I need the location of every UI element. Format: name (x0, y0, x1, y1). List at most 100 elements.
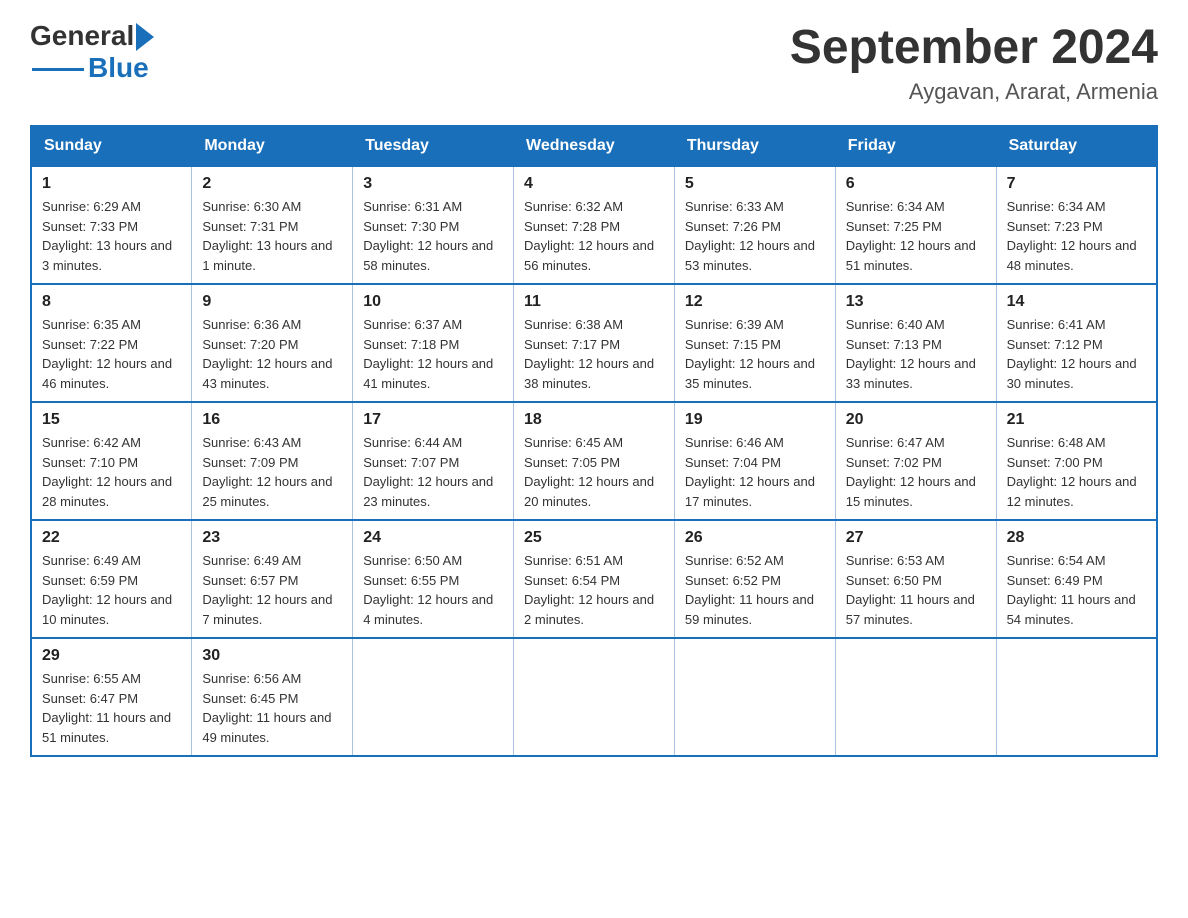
day-info: Sunrise: 6:30 AMSunset: 7:31 PMDaylight:… (202, 197, 342, 275)
logo-general-text: General (30, 20, 134, 52)
calendar-cell: 19 Sunrise: 6:46 AMSunset: 7:04 PMDayligh… (674, 402, 835, 520)
day-info: Sunrise: 6:38 AMSunset: 7:17 PMDaylight:… (524, 315, 664, 393)
calendar-cell (353, 638, 514, 756)
month-year-title: September 2024 (790, 20, 1158, 75)
calendar-cell: 30 Sunrise: 6:56 AMSunset: 6:45 PMDayligh… (192, 638, 353, 756)
day-number: 26 (685, 529, 825, 547)
day-info: Sunrise: 6:46 AMSunset: 7:04 PMDaylight:… (685, 433, 825, 511)
day-info: Sunrise: 6:39 AMSunset: 7:15 PMDaylight:… (685, 315, 825, 393)
calendar-week-row: 15 Sunrise: 6:42 AMSunset: 7:10 PMDayligh… (31, 402, 1157, 520)
day-number: 13 (846, 293, 986, 311)
calendar-cell: 14Sunrise: 6:41 AMSunset: 7:12 PMDayligh… (996, 284, 1157, 402)
day-number: 9 (202, 293, 342, 311)
title-area: September 2024 Aygavan, Ararat, Armenia (790, 20, 1158, 105)
calendar-cell: 24 Sunrise: 6:50 AMSunset: 6:55 PMDayligh… (353, 520, 514, 638)
calendar-cell: 29Sunrise: 6:55 AMSunset: 6:47 PMDayligh… (31, 638, 192, 756)
calendar-cell: 9 Sunrise: 6:36 AMSunset: 7:20 PMDaylight… (192, 284, 353, 402)
day-number: 28 (1007, 529, 1146, 547)
day-number: 10 (363, 293, 503, 311)
day-number: 17 (363, 411, 503, 429)
calendar-cell: 13 Sunrise: 6:40 AMSunset: 7:13 PMDayligh… (835, 284, 996, 402)
day-number: 3 (363, 175, 503, 193)
calendar-cell: 17 Sunrise: 6:44 AMSunset: 7:07 PMDayligh… (353, 402, 514, 520)
calendar-cell: 20 Sunrise: 6:47 AMSunset: 7:02 PMDayligh… (835, 402, 996, 520)
calendar-cell (674, 638, 835, 756)
calendar-cell: 26 Sunrise: 6:52 AMSunset: 6:52 PMDayligh… (674, 520, 835, 638)
calendar-week-row: 22Sunrise: 6:49 AMSunset: 6:59 PMDayligh… (31, 520, 1157, 638)
calendar-cell: 27 Sunrise: 6:53 AMSunset: 6:50 PMDayligh… (835, 520, 996, 638)
day-info: Sunrise: 6:35 AMSunset: 7:22 PMDaylight:… (42, 315, 181, 393)
weekday-header-thursday: Thursday (674, 126, 835, 166)
day-info: Sunrise: 6:56 AMSunset: 6:45 PMDaylight:… (202, 669, 342, 747)
calendar-cell: 28 Sunrise: 6:54 AMSunset: 6:49 PMDayligh… (996, 520, 1157, 638)
day-info: Sunrise: 6:44 AMSunset: 7:07 PMDaylight:… (363, 433, 503, 511)
calendar-cell: 11 Sunrise: 6:38 AMSunset: 7:17 PMDayligh… (514, 284, 675, 402)
calendar-cell: 2 Sunrise: 6:30 AMSunset: 7:31 PMDaylight… (192, 166, 353, 284)
day-number: 2 (202, 175, 342, 193)
day-number: 7 (1007, 175, 1146, 193)
day-number: 1 (42, 175, 181, 193)
day-number: 19 (685, 411, 825, 429)
day-number: 21 (1007, 411, 1146, 429)
day-number: 6 (846, 175, 986, 193)
day-info: Sunrise: 6:34 AMSunset: 7:23 PMDaylight:… (1007, 197, 1146, 275)
day-info: Sunrise: 6:51 AMSunset: 6:54 PMDaylight:… (524, 551, 664, 629)
day-number: 5 (685, 175, 825, 193)
day-info: Sunrise: 6:36 AMSunset: 7:20 PMDaylight:… (202, 315, 342, 393)
calendar-cell: 8 Sunrise: 6:35 AMSunset: 7:22 PMDaylight… (31, 284, 192, 402)
weekday-header-saturday: Saturday (996, 126, 1157, 166)
calendar-cell: 22Sunrise: 6:49 AMSunset: 6:59 PMDayligh… (31, 520, 192, 638)
calendar-cell (514, 638, 675, 756)
calendar-cell: 15 Sunrise: 6:42 AMSunset: 7:10 PMDayligh… (31, 402, 192, 520)
day-info: Sunrise: 6:29 AMSunset: 7:33 PMDaylight:… (42, 197, 181, 275)
day-info: Sunrise: 6:47 AMSunset: 7:02 PMDaylight:… (846, 433, 986, 511)
day-info: Sunrise: 6:50 AMSunset: 6:55 PMDaylight:… (363, 551, 503, 629)
weekday-header-row: SundayMondayTuesdayWednesdayThursdayFrid… (31, 126, 1157, 166)
calendar-cell: 6Sunrise: 6:34 AMSunset: 7:25 PMDaylight… (835, 166, 996, 284)
weekday-header-tuesday: Tuesday (353, 126, 514, 166)
logo: General Blue (30, 20, 154, 84)
weekday-header-sunday: Sunday (31, 126, 192, 166)
day-number: 27 (846, 529, 986, 547)
weekday-header-monday: Monday (192, 126, 353, 166)
calendar-table: SundayMondayTuesdayWednesdayThursdayFrid… (30, 125, 1158, 757)
day-info: Sunrise: 6:55 AMSunset: 6:47 PMDaylight:… (42, 669, 181, 747)
calendar-week-row: 1 Sunrise: 6:29 AMSunset: 7:33 PMDaylight… (31, 166, 1157, 284)
day-number: 20 (846, 411, 986, 429)
day-number: 15 (42, 411, 181, 429)
calendar-week-row: 29Sunrise: 6:55 AMSunset: 6:47 PMDayligh… (31, 638, 1157, 756)
day-number: 24 (363, 529, 503, 547)
day-number: 18 (524, 411, 664, 429)
day-number: 8 (42, 293, 181, 311)
day-number: 16 (202, 411, 342, 429)
calendar-cell (835, 638, 996, 756)
day-info: Sunrise: 6:42 AMSunset: 7:10 PMDaylight:… (42, 433, 181, 511)
logo-triangle-icon (136, 23, 154, 51)
calendar-cell: 23Sunrise: 6:49 AMSunset: 6:57 PMDayligh… (192, 520, 353, 638)
calendar-cell: 25Sunrise: 6:51 AMSunset: 6:54 PMDayligh… (514, 520, 675, 638)
weekday-header-wednesday: Wednesday (514, 126, 675, 166)
day-number: 14 (1007, 293, 1146, 311)
day-info: Sunrise: 6:54 AMSunset: 6:49 PMDaylight:… (1007, 551, 1146, 629)
calendar-cell: 12Sunrise: 6:39 AMSunset: 7:15 PMDayligh… (674, 284, 835, 402)
day-info: Sunrise: 6:40 AMSunset: 7:13 PMDaylight:… (846, 315, 986, 393)
calendar-cell: 5Sunrise: 6:33 AMSunset: 7:26 PMDaylight… (674, 166, 835, 284)
logo-line-decoration (32, 68, 84, 71)
day-number: 11 (524, 293, 664, 311)
calendar-cell: 16Sunrise: 6:43 AMSunset: 7:09 PMDayligh… (192, 402, 353, 520)
day-info: Sunrise: 6:52 AMSunset: 6:52 PMDaylight:… (685, 551, 825, 629)
logo-blue-text: Blue (88, 52, 149, 84)
day-number: 30 (202, 647, 342, 665)
day-info: Sunrise: 6:53 AMSunset: 6:50 PMDaylight:… (846, 551, 986, 629)
calendar-cell: 10Sunrise: 6:37 AMSunset: 7:18 PMDayligh… (353, 284, 514, 402)
calendar-cell: 7 Sunrise: 6:34 AMSunset: 7:23 PMDaylight… (996, 166, 1157, 284)
day-number: 23 (202, 529, 342, 547)
day-info: Sunrise: 6:48 AMSunset: 7:00 PMDaylight:… (1007, 433, 1146, 511)
calendar-cell: 18Sunrise: 6:45 AMSunset: 7:05 PMDayligh… (514, 402, 675, 520)
day-info: Sunrise: 6:32 AMSunset: 7:28 PMDaylight:… (524, 197, 664, 275)
day-number: 22 (42, 529, 181, 547)
weekday-header-friday: Friday (835, 126, 996, 166)
calendar-cell (996, 638, 1157, 756)
day-info: Sunrise: 6:31 AMSunset: 7:30 PMDaylight:… (363, 197, 503, 275)
location-subtitle: Aygavan, Ararat, Armenia (790, 79, 1158, 105)
